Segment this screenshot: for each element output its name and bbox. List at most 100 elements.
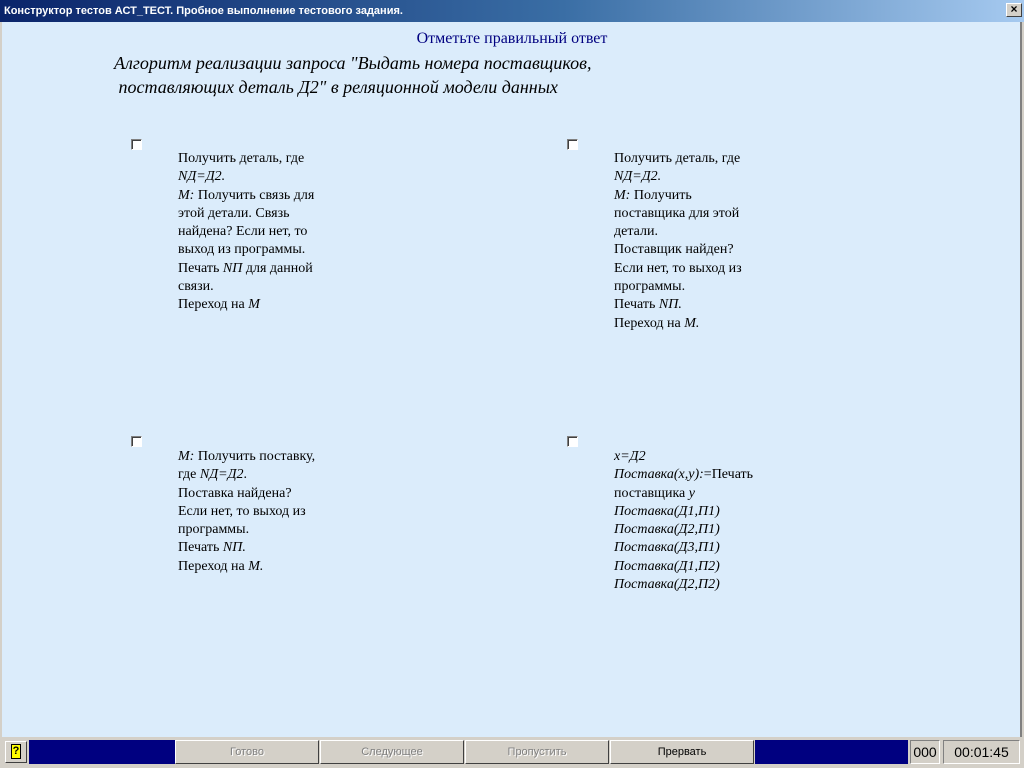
answer-line: Поставка(Д2,П1) [614, 521, 753, 539]
help-button[interactable]: ? [5, 741, 27, 763]
test-area [2, 22, 1022, 737]
answer-text-3: М: Получить поставку, где NД=Д2. Поставка … [178, 448, 315, 576]
done-button[interactable]: Готово [175, 740, 319, 764]
answer-text-segment: Поставка(Д3,П1) [614, 540, 720, 556]
answer-line: x=Д2 [614, 448, 753, 466]
answer-text-segment: NД=Д2. [614, 169, 662, 185]
answer-line: Поставка(Д1,П2) [614, 558, 753, 576]
answer-line: поставщика для этой [614, 205, 742, 223]
answer-line: М: Получить поставку, [178, 448, 315, 466]
answer-text-segment: Поставка(Д1,П2) [614, 558, 720, 574]
answer-checkbox-4[interactable] [567, 436, 578, 447]
answer-line: детали. [614, 223, 742, 241]
answer-text-4: x=Д2 Поставка(x,y):=Печать поставщика y Пос… [614, 448, 753, 594]
answer-text-segment: этой детали. Связь [178, 205, 290, 221]
answer-checkbox-1[interactable] [131, 139, 142, 150]
answer-text-segment: Переход на [178, 297, 249, 313]
answer-text-segment: Поставка(Д1,П1) [614, 503, 720, 519]
answer-text-segment: Поставка(Д2,П2) [614, 577, 720, 593]
close-button[interactable]: × [1006, 3, 1022, 17]
answer-text-segment: Поставщик найден? [614, 242, 734, 258]
answer-line: М: Получить связь для [178, 187, 314, 205]
answer-text-segment: программы. [614, 279, 686, 295]
skip-button[interactable]: Пропустить [465, 740, 609, 764]
answer-text-segment: NД=Д2 [199, 467, 244, 483]
answer-line: связи. [178, 278, 314, 296]
answer-line: Поставка(x,y):=Печать [614, 466, 753, 484]
answer-text-segment: М: [614, 187, 631, 203]
abort-button[interactable]: Прервать [610, 740, 754, 764]
answer-text-segment: Переход на [614, 315, 685, 331]
answer-text-segment: x=Д2 [614, 449, 646, 464]
answer-line: программы. [614, 278, 742, 296]
toolbar-spacer-right [755, 740, 908, 764]
help-icon: ? [11, 744, 21, 759]
answer-text-segment: NП. [658, 297, 682, 313]
timer: 00:01:45 [943, 740, 1020, 764]
answer-checkbox-3[interactable] [131, 436, 142, 447]
answer-text-segment: поставщика [614, 485, 689, 501]
answer-text-segment: поставщика для этой [614, 205, 740, 221]
answer-line: Печать NП для данной [178, 260, 314, 278]
window-title: Конструктор тестов АСТ_ТЕСТ. Пробное вып… [4, 5, 403, 17]
answer-text-segment: Получить [630, 187, 692, 203]
answer-text-segment: выход из программы. [178, 242, 306, 258]
answer-line: М: Получить [614, 187, 742, 205]
bottom-toolbar: ? Готово Следующее Пропустить Прервать 0… [0, 737, 1024, 768]
answer-text-segment: Получить связь для [194, 187, 315, 203]
answer-line: поставщика y [614, 485, 753, 503]
answer-line: Печать NП. [614, 296, 742, 314]
question-text: Алгоритм реализации запроса "Выдать номе… [114, 53, 592, 97]
answer-text-segment: Получить поставку, [194, 449, 316, 464]
answer-text-segment: М. [248, 558, 264, 574]
answer-line: Получить деталь, где [614, 150, 742, 168]
answer-text-segment: . [243, 467, 248, 483]
answer-line: Переход на М [178, 296, 314, 314]
answer-text-segment: Получить деталь, где [614, 151, 741, 166]
answer-text-segment: =Печать [703, 467, 754, 483]
next-button[interactable]: Следующее [320, 740, 464, 764]
question-counter: 000 [910, 740, 940, 764]
answer-text-segment: детали. [614, 224, 658, 240]
answer-line: Переход на М. [614, 315, 742, 333]
answer-line: где NД=Д2. [178, 466, 315, 484]
window-title-bar: Конструктор тестов АСТ_ТЕСТ. Пробное вып… [0, 0, 1024, 22]
answer-text-segment: М. [684, 315, 700, 331]
answer-line: Печать NП. [178, 539, 315, 557]
answer-line: NД=Д2. [614, 168, 742, 186]
answer-text-segment: Печать [178, 540, 223, 556]
answer-line: этой детали. Связь [178, 205, 314, 223]
answer-line: программы. [178, 521, 315, 539]
answer-text-segment: Если нет, то выход из [178, 503, 306, 519]
close-icon: × [1010, 2, 1018, 16]
answer-text-segment: М [248, 297, 260, 313]
answer-text-segment: Печать [614, 297, 659, 313]
answer-text-segment: Поставка(Д2,П1) [614, 522, 720, 538]
answer-line: Если нет, то выход из [178, 503, 315, 521]
answer-text-segment: М: [178, 449, 195, 464]
answer-line: Поставка(Д1,П1) [614, 503, 753, 521]
answer-line: Поставка(Д3,П1) [614, 539, 753, 557]
instruction-header: Отметьте правильный ответ [416, 30, 608, 47]
answer-text-segment: Печать [178, 260, 223, 276]
answer-text-segment: найдена? Если нет, то [178, 224, 308, 240]
answer-text-segment: где [178, 467, 200, 483]
answer-text-segment: y [688, 485, 695, 501]
answer-line: Поставка(Д2,П2) [614, 576, 753, 594]
answer-text-segment: NП. [222, 540, 246, 556]
answer-line: NД=Д2. [178, 168, 314, 186]
answer-text-segment: Поставка(x,y): [614, 467, 704, 483]
answer-line: Переход на М. [178, 558, 315, 576]
answer-checkbox-2[interactable] [567, 139, 578, 150]
answer-text-1: Получить деталь, где NД=Д2. М: Получить св… [178, 150, 314, 315]
answer-line: Поставка найдена? [178, 485, 315, 503]
answer-text-segment: для данной [242, 260, 313, 276]
answer-text-segment: Переход на [178, 558, 249, 574]
answer-line: найдена? Если нет, то [178, 223, 314, 241]
answer-text-segment: NД=Д2. [178, 169, 226, 185]
answer-line: Поставщик найден? [614, 241, 742, 259]
answer-text-segment: Если нет, то выход из [614, 260, 742, 276]
answer-line: Получить деталь, где [178, 150, 314, 168]
toolbar-spacer-left [29, 740, 175, 764]
answer-text-2: Получить деталь, где NД=Д2. М: Получить пос… [614, 150, 742, 333]
